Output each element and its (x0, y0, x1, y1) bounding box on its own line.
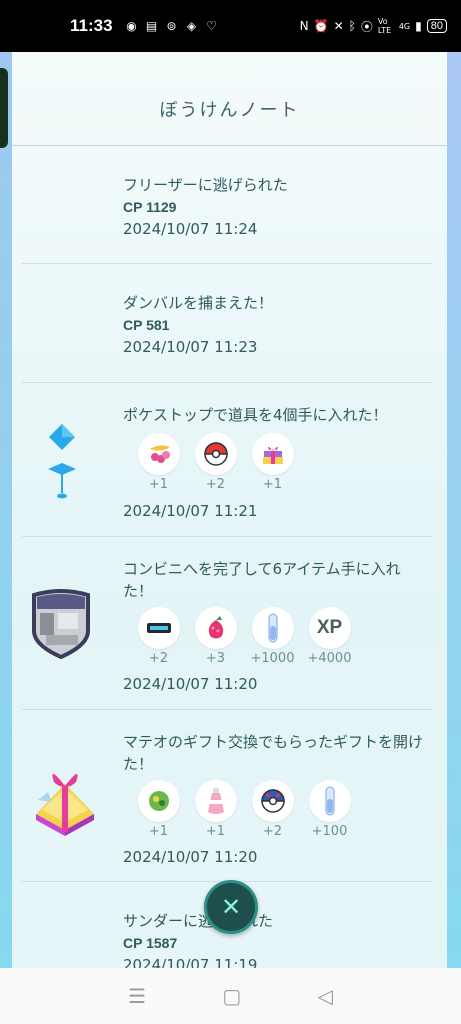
reward-list: +2 +3 +1000 XP +4000 (130, 607, 358, 666)
entry-date: 2024/10/07 11:21 (123, 502, 258, 520)
reward-item: +1000 (244, 607, 301, 666)
xp-label: XP (316, 617, 343, 638)
reward-item: +2 (187, 433, 244, 492)
status-time: 11:33 (70, 16, 113, 35)
reward-item: +1 (130, 780, 187, 839)
pokestop-photo-icon (32, 589, 90, 659)
journal-entry: マテオのギフト交換でもらったギフトを開けた！ +1 +1 +2 +100 202… (12, 710, 447, 882)
nfc-icon: N (299, 19, 309, 33)
dark-item-icon (137, 607, 180, 649)
reward-qty: +100 (311, 824, 348, 839)
reward-qty: +2 (205, 477, 226, 492)
journal-entry: ポケストップで道具を4個手に入れた！ +1 +2 +1 2024/10/07 1… (12, 383, 447, 537)
reward-item: +1 (244, 433, 301, 492)
back-icon[interactable]: ◁ (317, 984, 332, 1008)
entry-date: 2024/10/07 11:20 (123, 848, 258, 866)
reward-qty: +1 (148, 477, 169, 492)
signal-icon: ▮ (415, 19, 422, 33)
reward-qty: +1 (262, 477, 283, 492)
entry-text: ダンバルを捕まえた！ (123, 294, 274, 312)
journal-entry: フリーザーに逃げられた CP 1129 2024/10/07 11:24 (12, 146, 447, 264)
mute-icon: ✕ (333, 19, 344, 33)
razz-berry-icon (194, 607, 237, 649)
journal-panel: ぼうけんノート フリーザーに逃げられた CP 1129 2024/10/07 1… (12, 52, 447, 968)
alarm-icon: ⏰ (313, 19, 329, 33)
reward-item: +2 (244, 780, 301, 839)
postcard-icon (137, 780, 180, 822)
journal-entry: ダンバルを捕まえた！ CP 581 2024/10/07 11:23 (12, 264, 447, 383)
background-left (0, 52, 12, 968)
home-icon[interactable]: ▢ (222, 984, 241, 1008)
entry-cp: CP 1587 (123, 935, 178, 951)
entry-cp: CP 581 (123, 317, 170, 333)
entry-text: フリーザーに逃げられた (123, 176, 288, 194)
recent-apps-icon[interactable]: ☰ (128, 984, 146, 1008)
journal-title: ぼうけんノート (159, 100, 300, 121)
reward-list: +1 +2 +1 (130, 433, 301, 492)
opened-gift-icon (36, 773, 94, 836)
notification-icons: ◉ ▤ ⊚ ◈ ♡ (125, 19, 300, 33)
system-icons: N ⏰ ✕ ᛒ ⦿ Vo LTE 4G ▮ 80 (300, 17, 447, 35)
network-type-label: 4G (398, 21, 411, 31)
status-bar: 11:33 ◉ ▤ ⊚ ◈ ♡ N ⏰ ✕ ᛒ ⦿ Vo LTE 4G ▮ 80 (0, 0, 461, 52)
reward-item: +1 (187, 780, 244, 839)
reward-item: +1 (130, 433, 187, 492)
volte-label: Vo LTE (377, 17, 392, 35)
battery-icon: 80 (426, 19, 447, 33)
reward-item: XP +4000 (301, 607, 358, 666)
reward-item: +100 (301, 780, 358, 839)
reward-list: +1 +1 +2 +100 (130, 780, 358, 839)
xp-icon: XP (308, 607, 351, 649)
heart-icon: ♡ (206, 19, 217, 33)
gift-icon (251, 433, 294, 475)
reward-qty: +2 (262, 824, 283, 839)
potion-icon (194, 780, 237, 822)
line-icon: ◉ (126, 19, 137, 33)
reward-qty: +1000 (250, 651, 295, 666)
great-ball-icon (251, 780, 294, 822)
reward-qty: +2 (148, 651, 169, 666)
reward-item: +2 (130, 607, 187, 666)
stardust-vial-icon (308, 780, 351, 822)
entry-date: 2024/10/07 11:24 (123, 220, 258, 238)
entry-text: コンビニへを完了して6アイテム手に入れた！ (123, 560, 401, 600)
reward-qty: +1 (148, 824, 169, 839)
reward-qty: +1 (205, 824, 226, 839)
journal-entry: コンビニへを完了して6アイテム手に入れた！ +2 +3 +1000 XP +40… (12, 537, 447, 710)
entry-text: ポケストップで道具を4個手に入れた！ (123, 406, 388, 424)
background-right (447, 52, 461, 968)
location-icon: ⦿ (360, 19, 373, 34)
reward-qty: +3 (205, 651, 226, 666)
navigation-bar: ☰ ▢ ◁ (0, 968, 461, 1024)
entry-date: 2024/10/07 11:23 (123, 338, 258, 356)
side-handle[interactable] (0, 68, 8, 148)
entry-text: サンダーに逃げられた (123, 912, 274, 930)
entry-date: 2024/10/07 11:20 (123, 675, 258, 693)
reward-qty: +4000 (307, 651, 352, 666)
razz-berry-bundle-icon (137, 433, 180, 475)
entry-date: 2024/10/07 11:19 (123, 956, 258, 968)
app-icon: ◈ (186, 19, 197, 33)
news-icon: ▤ (145, 19, 158, 33)
reward-item: +3 (187, 607, 244, 666)
bluetooth-icon: ᛒ (348, 19, 356, 33)
stardust-vial-icon (251, 607, 294, 649)
poke-ball-icon (194, 433, 237, 475)
close-button[interactable]: ✕ (204, 880, 258, 934)
entry-text: マテオのギフト交換でもらったギフトを開けた！ (123, 733, 424, 773)
game-icon: ⊚ (166, 19, 177, 33)
close-icon: ✕ (220, 893, 242, 921)
entry-cp: CP 1129 (123, 199, 177, 215)
pokestop-icon (48, 424, 76, 499)
